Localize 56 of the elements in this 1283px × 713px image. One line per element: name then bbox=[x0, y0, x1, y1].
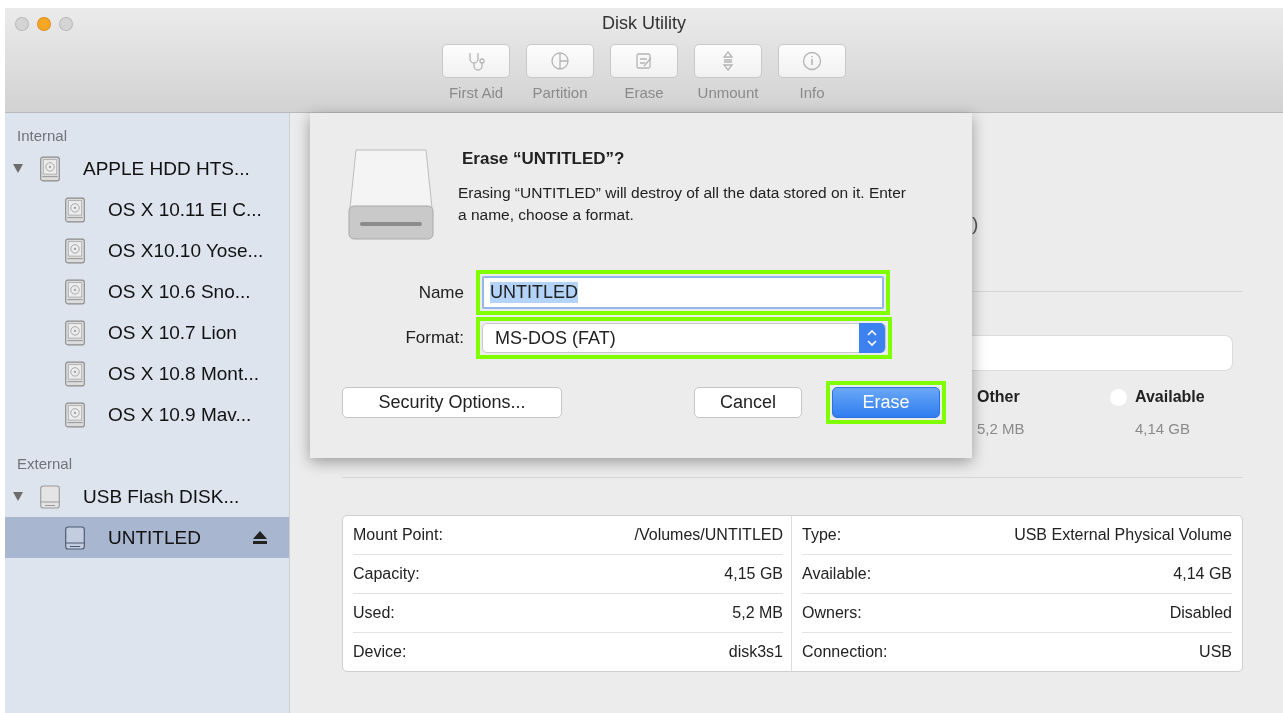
sidebar-item[interactable]: USB Flash DISK... bbox=[5, 476, 289, 517]
info-label: Used: bbox=[353, 604, 395, 622]
format-label: Format: bbox=[404, 328, 465, 348]
info-value: Disabled bbox=[1169, 604, 1232, 622]
format-dropdown[interactable]: MS-DOS (FAT) bbox=[482, 323, 886, 353]
hard-drive-icon bbox=[64, 278, 86, 305]
disclosure-triangle-icon[interactable] bbox=[13, 164, 23, 173]
sidebar-item[interactable]: OS X 10.6 Sno... bbox=[5, 271, 289, 312]
info-value: /Volumes/UNTITLED bbox=[634, 526, 783, 544]
info-label: Capacity: bbox=[353, 565, 420, 583]
info-label: Connection: bbox=[802, 643, 888, 661]
sidebar-section-title: Internal bbox=[16, 127, 69, 144]
info-value: 5,2 MB bbox=[732, 604, 783, 622]
hard-drive-icon bbox=[64, 360, 86, 387]
sidebar-section-title: External bbox=[16, 455, 74, 472]
stepper-arrows-icon[interactable] bbox=[859, 323, 885, 353]
dialog-message: Erasing “UNTITLED” will destroy of all the data stored on it. Enter a name, choose a format. bbox=[458, 183, 907, 225]
eject-icon[interactable] bbox=[253, 531, 267, 544]
hard-drive-icon bbox=[64, 237, 86, 264]
hard-drive-icon bbox=[64, 196, 86, 223]
name-field[interactable]: UNTITLED bbox=[482, 276, 884, 309]
sidebar-item[interactable]: OS X10.10 Yose... bbox=[5, 230, 289, 271]
info-label: Type: bbox=[802, 526, 842, 544]
hard-drive-icon bbox=[39, 155, 61, 182]
info-value: 4,14 GB bbox=[1173, 565, 1232, 583]
info-value: 4,15 GB bbox=[724, 565, 783, 583]
volume-info-text: ) bbox=[972, 213, 980, 235]
info-label: Mount Point: bbox=[353, 526, 443, 544]
info-label: Available: bbox=[802, 565, 872, 583]
sidebar-item[interactable]: OS X 10.11 El C... bbox=[5, 189, 289, 230]
sidebar-item[interactable]: APPLE HDD HTS... bbox=[5, 148, 289, 189]
dialog-title: Erase “UNTITLED”? bbox=[462, 149, 626, 169]
sidebar-item[interactable]: UNTITLED bbox=[5, 517, 289, 558]
sidebar-item[interactable]: OS X 10.9 Mav... bbox=[5, 394, 289, 435]
external-drive-icon bbox=[39, 483, 61, 510]
legend-value: 4,14 GB bbox=[1135, 420, 1192, 437]
info-label: Device: bbox=[353, 643, 407, 661]
info-value: USB External Physical Volume bbox=[1014, 526, 1232, 544]
name-label: Name bbox=[417, 282, 465, 303]
hard-drive-icon bbox=[64, 319, 86, 346]
legend-value: 5,2 MB bbox=[977, 420, 1025, 437]
sidebar-item[interactable]: OS X 10.8 Mont... bbox=[5, 353, 289, 394]
window-minimize-button[interactable] bbox=[37, 17, 51, 31]
volume-drive-icon bbox=[64, 524, 86, 551]
hard-drive-icon bbox=[64, 401, 86, 428]
disclosure-triangle-icon[interactable] bbox=[13, 492, 23, 501]
window-title: Disk Utility bbox=[602, 13, 686, 34]
drive-icon bbox=[348, 148, 434, 240]
info-value: USB bbox=[1199, 643, 1232, 661]
info-label: Owners: bbox=[802, 604, 862, 622]
sidebar-item[interactable]: OS X 10.7 Lion bbox=[5, 312, 289, 353]
legend-label: Other bbox=[977, 388, 1021, 406]
dialog-button[interactable]: Cancel bbox=[694, 387, 802, 418]
legend-label: Available bbox=[1135, 388, 1205, 406]
info-value: disk3s1 bbox=[728, 643, 783, 661]
dialog-button[interactable]: Security Options... bbox=[342, 387, 562, 418]
